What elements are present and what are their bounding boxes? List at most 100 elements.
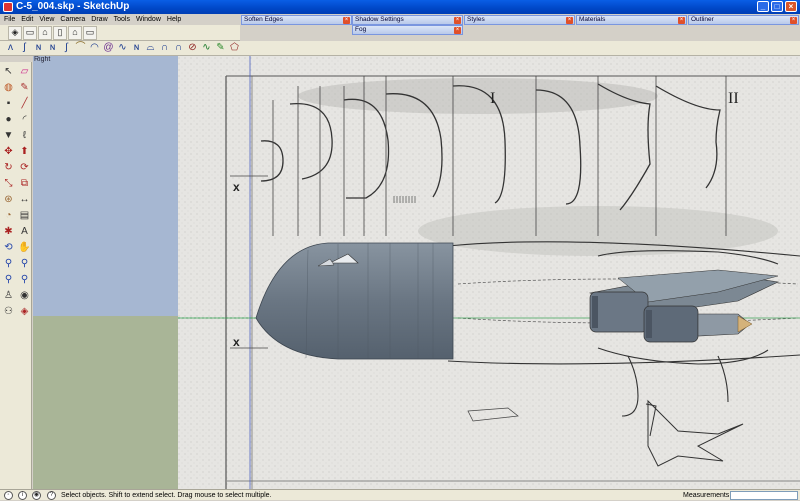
- arc-icon[interactable]: ʃ: [18, 42, 31, 55]
- protractor-icon[interactable]: ◔: [1, 208, 16, 223]
- curve-icon[interactable]: ɴ: [32, 42, 45, 55]
- line-icon[interactable]: ╱: [17, 96, 32, 111]
- zoom-icon[interactable]: ⚲: [1, 256, 16, 271]
- station-mark-1: x: [233, 180, 240, 194]
- pushpull-icon[interactable]: ⬆: [17, 144, 32, 159]
- close-icon[interactable]: ×: [454, 17, 461, 24]
- front-icon[interactable]: ⌂: [38, 25, 52, 40]
- close-icon[interactable]: ×: [343, 17, 350, 24]
- pan-icon[interactable]: ✋: [17, 240, 32, 255]
- sketchup-app-icon: [3, 2, 13, 12]
- paint-icon[interactable]: ◍: [1, 80, 16, 95]
- helix-icon[interactable]: ∩: [158, 42, 171, 55]
- section-mark-1: I: [490, 90, 495, 107]
- dialog-fog-label: Fog: [355, 26, 367, 33]
- top-icon[interactable]: ▭: [23, 25, 37, 40]
- dialog-outliner[interactable]: Outliner ×: [688, 15, 799, 25]
- circle-icon[interactable]: ●: [1, 112, 16, 127]
- eraser-icon[interactable]: ▱: [17, 64, 32, 79]
- tape-icon[interactable]: ⊛: [1, 192, 16, 207]
- dimension-icon[interactable]: ↔: [17, 192, 32, 207]
- view-label: Right: [34, 56, 51, 63]
- scale-icon[interactable]: ⤡: [1, 176, 16, 191]
- station-mark-2: x: [233, 335, 240, 349]
- blob-icon[interactable]: ɴ: [130, 42, 143, 55]
- bezier-icon[interactable]: ∫: [60, 42, 73, 55]
- smooth-icon[interactable]: ⌒: [74, 42, 87, 55]
- zoomext-icon[interactable]: ⚲: [1, 272, 16, 287]
- menu-file[interactable]: File: [4, 14, 15, 25]
- pencil-icon[interactable]: ✎: [17, 80, 32, 95]
- minimize-button[interactable]: _: [757, 1, 769, 12]
- menu-tools[interactable]: Tools: [114, 14, 130, 25]
- menu-view[interactable]: View: [39, 14, 54, 25]
- polygon-icon[interactable]: ▼: [1, 128, 16, 143]
- look-icon[interactable]: ◉: [17, 288, 32, 303]
- close-icon[interactable]: ×: [790, 17, 797, 24]
- dialog-soften-edges[interactable]: Soften Edges ×: [241, 15, 352, 25]
- arc-icon[interactable]: ◜: [17, 112, 32, 127]
- measurements-label: Measurements: [683, 492, 730, 499]
- title-bar: C-5_004.skp - SketchUp _ □ ×: [0, 0, 800, 14]
- move-icon[interactable]: ✥: [1, 144, 16, 159]
- back-icon[interactable]: ⌂: [68, 25, 82, 40]
- user-icon[interactable]: ◉: [32, 491, 41, 500]
- 3dtext-icon[interactable]: A: [17, 224, 32, 239]
- position-icon[interactable]: ♙: [1, 288, 16, 303]
- status-bar: ◦ i ◉ ? Select objects. Shift to extend …: [0, 489, 800, 500]
- rotate-icon[interactable]: ↻: [1, 160, 16, 175]
- zigzag-icon[interactable]: ⊘: [186, 42, 199, 55]
- menu-window[interactable]: Window: [136, 14, 161, 25]
- ground: [33, 316, 178, 489]
- left-icon[interactable]: ▭: [83, 25, 97, 40]
- iso-icon[interactable]: ◈: [8, 25, 22, 40]
- pin-icon[interactable]: ✎: [214, 42, 227, 55]
- menu-edit[interactable]: Edit: [21, 14, 33, 25]
- menu-camera[interactable]: Camera: [60, 14, 85, 25]
- views-toolbar: ◈ ▭ ⌂ ▯ ⌂ ▭: [0, 25, 240, 41]
- menu-bar: File Edit View Camera Draw Tools Window …: [0, 14, 240, 25]
- tool-palette: ↖ ▱ ◍ ✎ ▪ ╱ ● ◜ ▼ ℓ ✥ ⬆ ↻ ⟳ ⤡ ⧉ ⊛ ↔ ◔ ▤ …: [0, 62, 32, 489]
- previous-icon[interactable]: ⚲: [17, 272, 32, 287]
- geo-location-icon[interactable]: ◦: [4, 491, 13, 500]
- freehand-icon[interactable]: ℓ: [17, 128, 32, 143]
- dialog-materials-label: Materials: [579, 16, 606, 23]
- menu-draw[interactable]: Draw: [91, 14, 107, 25]
- spline-icon[interactable]: ɴ: [46, 42, 59, 55]
- walk-icon[interactable]: ⚇: [1, 304, 16, 319]
- rectangle-icon[interactable]: ▪: [1, 96, 16, 111]
- freehand-icon[interactable]: ʌ: [4, 42, 17, 55]
- followme-icon[interactable]: ⟳: [17, 160, 32, 175]
- dialog-shadow-settings[interactable]: Shadow Settings ×: [352, 15, 463, 25]
- measurements-input[interactable]: [730, 491, 798, 500]
- circle-arc-icon[interactable]: ◠: [88, 42, 101, 55]
- select-icon[interactable]: ↖: [1, 64, 16, 79]
- text-icon[interactable]: ▤: [17, 208, 32, 223]
- maximize-button[interactable]: □: [771, 1, 783, 12]
- section-icon[interactable]: ◈: [17, 304, 32, 319]
- dialog-styles[interactable]: Styles ×: [464, 15, 575, 25]
- menu-help[interactable]: Help: [167, 14, 181, 25]
- right-icon[interactable]: ▯: [53, 25, 67, 40]
- offset-icon[interactable]: ∩: [172, 42, 185, 55]
- zoomwindow-icon[interactable]: ⚲: [17, 256, 32, 271]
- parabola-icon[interactable]: ⌓: [144, 42, 157, 55]
- dialog-fog[interactable]: Fog ×: [352, 25, 463, 35]
- close-icon[interactable]: ×: [566, 17, 573, 24]
- axes-icon[interactable]: ✱: [1, 224, 16, 239]
- spiral-icon[interactable]: @: [102, 42, 115, 55]
- orbit-icon[interactable]: ⟲: [1, 240, 16, 255]
- help-icon[interactable]: ?: [47, 491, 56, 500]
- offset-icon[interactable]: ⧉: [17, 176, 32, 191]
- dialog-shadow-settings-label: Shadow Settings: [355, 16, 404, 23]
- drawing-viewport[interactable]: Right I II x x: [33, 56, 800, 489]
- wave-icon[interactable]: ∿: [116, 42, 129, 55]
- window-title: C-5_004.skp - SketchUp: [16, 1, 130, 12]
- vine-icon[interactable]: ∿: [200, 42, 213, 55]
- poly-icon[interactable]: ⬠: [228, 42, 241, 55]
- close-icon[interactable]: ×: [678, 17, 685, 24]
- close-icon[interactable]: ×: [454, 27, 461, 34]
- close-button[interactable]: ×: [785, 1, 797, 12]
- credits-icon[interactable]: i: [18, 491, 27, 500]
- dialog-materials[interactable]: Materials ×: [576, 15, 687, 25]
